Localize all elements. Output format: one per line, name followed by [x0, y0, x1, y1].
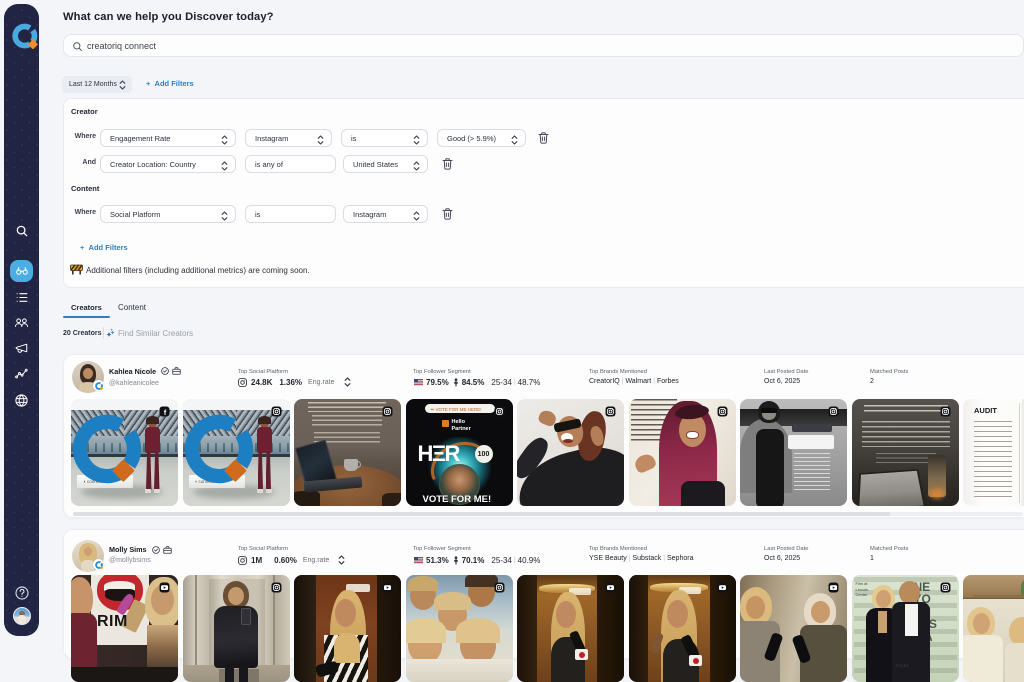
svg-text:f: f [164, 408, 167, 417]
